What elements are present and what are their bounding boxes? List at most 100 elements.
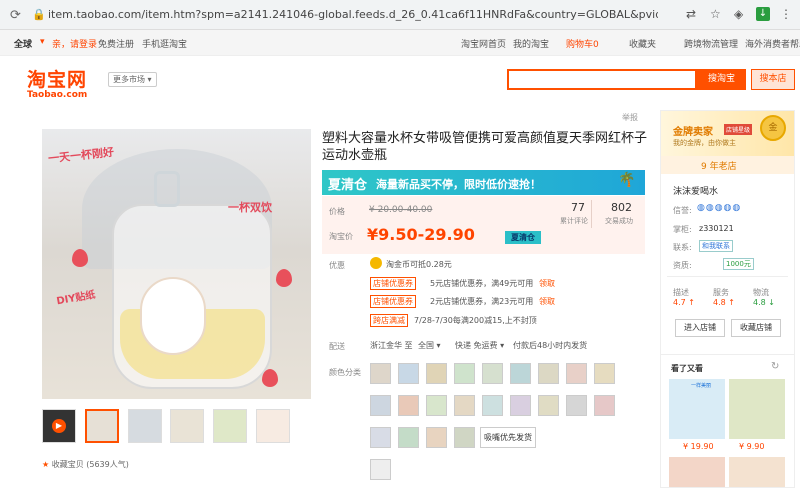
- color-option[interactable]: [426, 395, 447, 416]
- refresh-icon[interactable]: ↻: [771, 361, 779, 372]
- color-option[interactable]: [370, 363, 391, 384]
- shop-name[interactable]: 沫沫爱喝水: [673, 184, 718, 197]
- ship-to-dropdown[interactable]: 全国 ▾: [418, 340, 441, 351]
- taobao-price-label: 淘宝价: [329, 232, 353, 241]
- gold-medal-icon: 金: [760, 115, 786, 141]
- register-link[interactable]: 免费注册: [98, 37, 134, 50]
- ship-fee-label: 快递 免运费: [455, 341, 498, 350]
- mobile-link[interactable]: 手机逛淘宝: [142, 37, 187, 50]
- color-option[interactable]: [566, 395, 587, 416]
- color-option[interactable]: [538, 395, 559, 416]
- logistics-score: 4.8 ↓: [753, 298, 775, 307]
- ship-time: 付款后48小时内发货: [513, 341, 588, 350]
- review-count[interactable]: 77: [571, 201, 585, 214]
- color-option[interactable]: [454, 363, 475, 384]
- thumbnail-1[interactable]: [85, 409, 119, 443]
- collect-shop-button[interactable]: 收藏店铺: [731, 319, 781, 337]
- claim-coupon-1[interactable]: 领取: [539, 278, 555, 289]
- cart-link[interactable]: 购物车0: [566, 37, 599, 50]
- shield-icon[interactable]: ◈: [734, 7, 743, 21]
- color-option[interactable]: [426, 427, 447, 448]
- logistics-score-label: 物流: [753, 288, 769, 297]
- main-product-image[interactable]: 一天一杯刚好 一杯双饮 DIY贴纸: [42, 129, 311, 399]
- refresh-icon[interactable]: ⟳: [10, 8, 21, 23]
- divider: [591, 200, 592, 228]
- color-option[interactable]: [594, 395, 615, 416]
- color-option[interactable]: [398, 395, 419, 416]
- recommended-item-4[interactable]: [729, 457, 785, 487]
- video-thumbnail[interactable]: ▶: [42, 409, 76, 443]
- color-option[interactable]: [538, 363, 559, 384]
- market-dropdown[interactable]: 更多市场 ▾: [108, 72, 157, 87]
- recommended-price-1: ¥ 19.90: [683, 442, 714, 451]
- translate-icon[interactable]: ⇄: [686, 7, 696, 21]
- seen-title: 看了又看: [671, 364, 703, 373]
- strawberry-icon: [262, 369, 278, 387]
- recommended-item-3[interactable]: [669, 457, 725, 487]
- strawberry-icon: [276, 269, 292, 287]
- color-option[interactable]: [398, 427, 419, 448]
- logistics-link[interactable]: 跨境物流管理: [684, 37, 738, 50]
- search-taobao-button[interactable]: 搜淘宝: [697, 69, 746, 90]
- desc-score-label: 描述: [673, 288, 689, 297]
- color-option[interactable]: [510, 363, 531, 384]
- color-option[interactable]: [594, 363, 615, 384]
- search-input[interactable]: [507, 69, 697, 90]
- menu-icon[interactable]: ⋮: [780, 7, 792, 21]
- download-icon[interactable]: ↓: [756, 7, 770, 21]
- color-option[interactable]: [482, 363, 503, 384]
- promo-banner[interactable]: 夏清仓 海量新品买不停，限时低价速抢！ 🌴: [322, 170, 645, 195]
- search-shop-button[interactable]: 搜本店: [751, 69, 795, 90]
- color-option[interactable]: [370, 395, 391, 416]
- login-link[interactable]: 亲，请登录: [52, 37, 97, 50]
- region-selector[interactable]: 全球: [14, 37, 32, 50]
- home-link[interactable]: 淘宝网首页: [461, 37, 506, 50]
- thumbnail-2[interactable]: [128, 409, 162, 443]
- color-option-text[interactable]: 吸嘴优先发货: [480, 427, 536, 448]
- star-icon[interactable]: ☆: [710, 7, 721, 21]
- service-score-label: 服务: [713, 288, 729, 297]
- logo-subtext: Taobao.com: [27, 90, 88, 100]
- thumbnail-4[interactable]: [213, 409, 247, 443]
- color-option[interactable]: [370, 427, 391, 448]
- my-taobao-link[interactable]: 我的淘宝: [513, 37, 549, 50]
- promo-text: 海量新品买不停，限时低价速抢！: [376, 178, 541, 191]
- recommended-item-1[interactable]: 一样美丽: [669, 379, 725, 439]
- gold-seller-card: 金牌卖家 店铺星级 我的金牌，由你做主 金: [661, 111, 794, 156]
- card-text: 一样美丽: [691, 383, 712, 389]
- overseas-help-link[interactable]: 海外消费者帮助: [745, 37, 800, 50]
- claim-coupon-2[interactable]: 领取: [539, 296, 555, 307]
- keeper-label: 掌柜:: [673, 225, 692, 234]
- review-label: 累计评论: [560, 217, 588, 225]
- price-panel: 价格 ¥ 20.00-40.00 淘宝价 ¥9.50-29.90 夏清仓 77 …: [322, 196, 645, 254]
- color-option[interactable]: [510, 395, 531, 416]
- color-option[interactable]: [454, 395, 475, 416]
- palm-tree-icon: 🌴: [618, 172, 636, 188]
- favorites-link[interactable]: 收藏夹: [629, 37, 656, 50]
- market-label: 更多市场: [113, 75, 145, 84]
- report-link[interactable]: 举报: [622, 112, 638, 123]
- contact-button[interactable]: 和我联系: [699, 240, 733, 252]
- thumbnail-5[interactable]: [256, 409, 290, 443]
- desc-score: 4.7 ↑: [673, 298, 695, 307]
- recommended-item-2[interactable]: [729, 379, 785, 439]
- thumbnail-3[interactable]: [170, 409, 204, 443]
- color-option[interactable]: [454, 427, 475, 448]
- product-title: 塑料大容量水杯女带吸管便携可爱高颜值夏天季网红杯子运动水壶瓶: [322, 131, 648, 163]
- color-option[interactable]: [398, 363, 419, 384]
- color-option[interactable]: [566, 363, 587, 384]
- color-option[interactable]: [482, 395, 503, 416]
- bottle-straw-cap: [154, 171, 180, 207]
- bunny-sticker: [140, 277, 206, 355]
- taobao-logo[interactable]: 淘宝网 Taobao.com: [27, 65, 87, 100]
- enter-shop-button[interactable]: 进入店铺: [675, 319, 725, 337]
- color-option[interactable]: [426, 363, 447, 384]
- sales-label: 交易成功: [605, 217, 633, 225]
- lock-icon: 🔒: [32, 8, 46, 21]
- favorite-item[interactable]: ★ 收藏宝贝 (5639人气): [42, 459, 129, 470]
- top-navigation: 全球 ▾ 亲，请登录 免费注册 手机逛淘宝 淘宝网首页 我的淘宝 购物车0 收藏…: [0, 30, 800, 56]
- color-option[interactable]: [370, 459, 391, 480]
- shipping-label: 配送: [329, 342, 345, 351]
- url-text[interactable]: item.taobao.com/item.htm?spm=a2141.24104…: [48, 8, 658, 21]
- divider: [661, 354, 794, 355]
